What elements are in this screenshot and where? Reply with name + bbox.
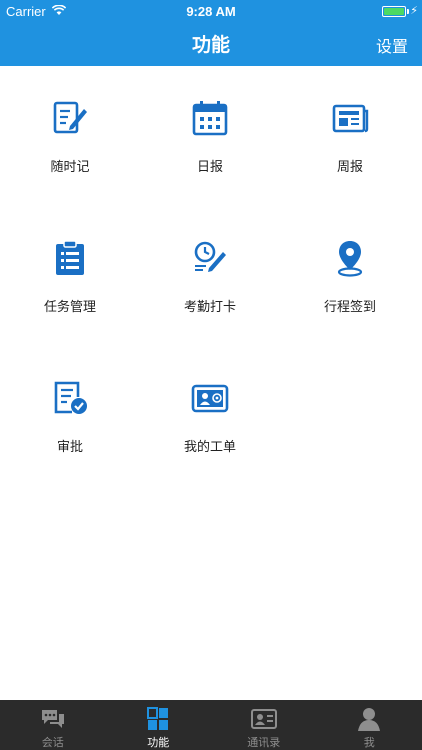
feature-label: 随时记	[50, 160, 90, 175]
calendar-icon	[192, 101, 228, 136]
feature-daily-report[interactable]: 日报	[140, 66, 280, 206]
tab-chat[interactable]: 会话	[0, 700, 106, 750]
document-check-icon	[54, 381, 87, 414]
page-title: 功能	[191, 34, 230, 56]
clock-pen-icon	[194, 241, 226, 272]
tab-bar: 会话 功能 通讯录 我	[0, 700, 422, 750]
contact-card-icon	[250, 709, 277, 729]
battery-icon	[382, 6, 406, 17]
feature-approval[interactable]: 审批	[0, 346, 140, 486]
feature-label: 考勤打卡	[183, 300, 236, 315]
feature-label: 行程签到	[323, 300, 376, 315]
clipboard-list-icon	[56, 240, 84, 275]
id-card-icon	[191, 384, 229, 413]
newspaper-icon	[332, 104, 369, 133]
tab-contacts[interactable]: 通讯录	[211, 700, 317, 750]
feature-label: 日报	[196, 160, 223, 175]
status-time: 9:28 AM	[186, 4, 236, 19]
grid-icon	[147, 707, 169, 730]
tab-me[interactable]: 我	[317, 700, 422, 750]
feature-label: 任务管理	[43, 300, 96, 315]
tab-label: 我	[363, 736, 375, 749]
feature-label: 周报	[336, 160, 363, 175]
status-bar: Carrier 9:28 AM ⚡	[0, 0, 422, 22]
chat-bubbles-icon	[41, 710, 64, 728]
note-pencil-icon	[53, 101, 87, 134]
feature-label: 审批	[56, 440, 83, 455]
feature-note[interactable]: 随时记	[0, 66, 140, 206]
settings-button[interactable]: 设置	[376, 33, 408, 57]
feature-trip-checkin[interactable]: 行程签到	[280, 206, 420, 346]
tab-label: 通讯录	[247, 736, 281, 749]
navigation-header: Carrier 9:28 AM ⚡ 功能 设置	[0, 0, 422, 66]
feature-task-management[interactable]: 任务管理	[0, 206, 140, 346]
tab-features[interactable]: 功能	[106, 700, 212, 750]
charging-icon: ⚡	[410, 4, 418, 17]
battery-cap	[407, 9, 409, 14]
tab-label: 会话	[41, 736, 64, 749]
tab-label: 功能	[147, 736, 170, 749]
location-pin-icon	[337, 241, 363, 277]
feature-weekly-report[interactable]: 周报	[280, 66, 420, 206]
feature-attendance[interactable]: 考勤打卡	[140, 206, 280, 346]
feature-label: 我的工单	[183, 440, 236, 455]
person-icon	[358, 708, 381, 731]
feature-my-work-orders[interactable]: 我的工单	[140, 346, 280, 486]
